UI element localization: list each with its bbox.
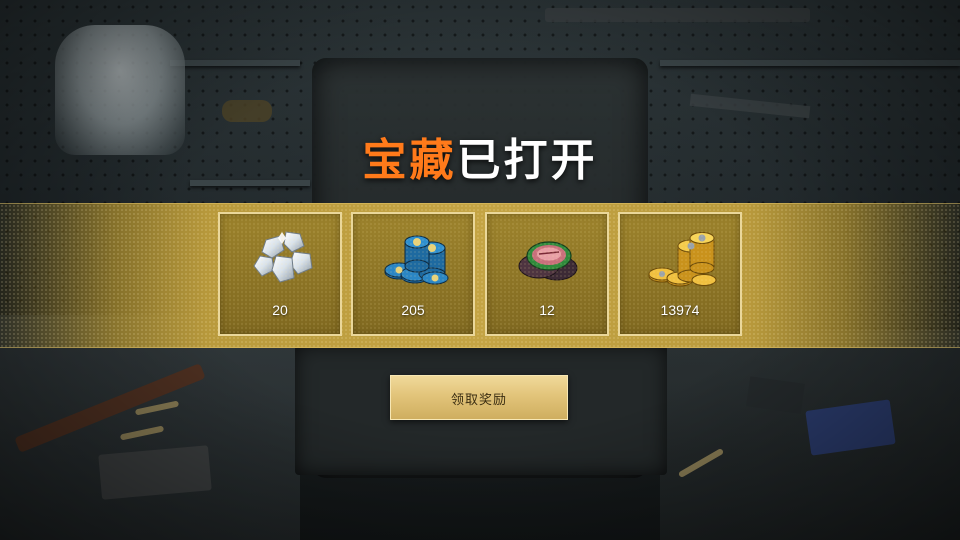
reward-band <box>0 203 960 348</box>
reward-quantity: 205 <box>401 302 425 318</box>
claim-rewards-label: 领取奖励 <box>450 393 507 408</box>
blue-coin-stack-icon <box>384 235 449 285</box>
gold-coin-stack-icon <box>648 232 717 287</box>
green-token-icon <box>518 241 578 281</box>
claim-rewards-button[interactable]: 领取奖励 <box>390 375 568 420</box>
reward-quantity: 12 <box>539 302 555 318</box>
title-highlight: 宝藏 <box>362 135 457 186</box>
reward-quantity: 13974 <box>660 302 700 318</box>
reward-card-diamonds[interactable]: 20 <box>218 212 342 336</box>
reward-card-blue-coins[interactable]: 205 <box>351 212 475 336</box>
reward-card-gold-coins[interactable]: 13974 <box>618 212 742 336</box>
reward-card-green-token[interactable]: 12 <box>485 212 609 336</box>
treasure-opened-title: 宝藏已打开 <box>0 131 960 191</box>
reward-quantity: 20 <box>272 302 288 318</box>
diamond-icon <box>253 231 313 283</box>
title-rest: 已打开 <box>456 135 598 186</box>
